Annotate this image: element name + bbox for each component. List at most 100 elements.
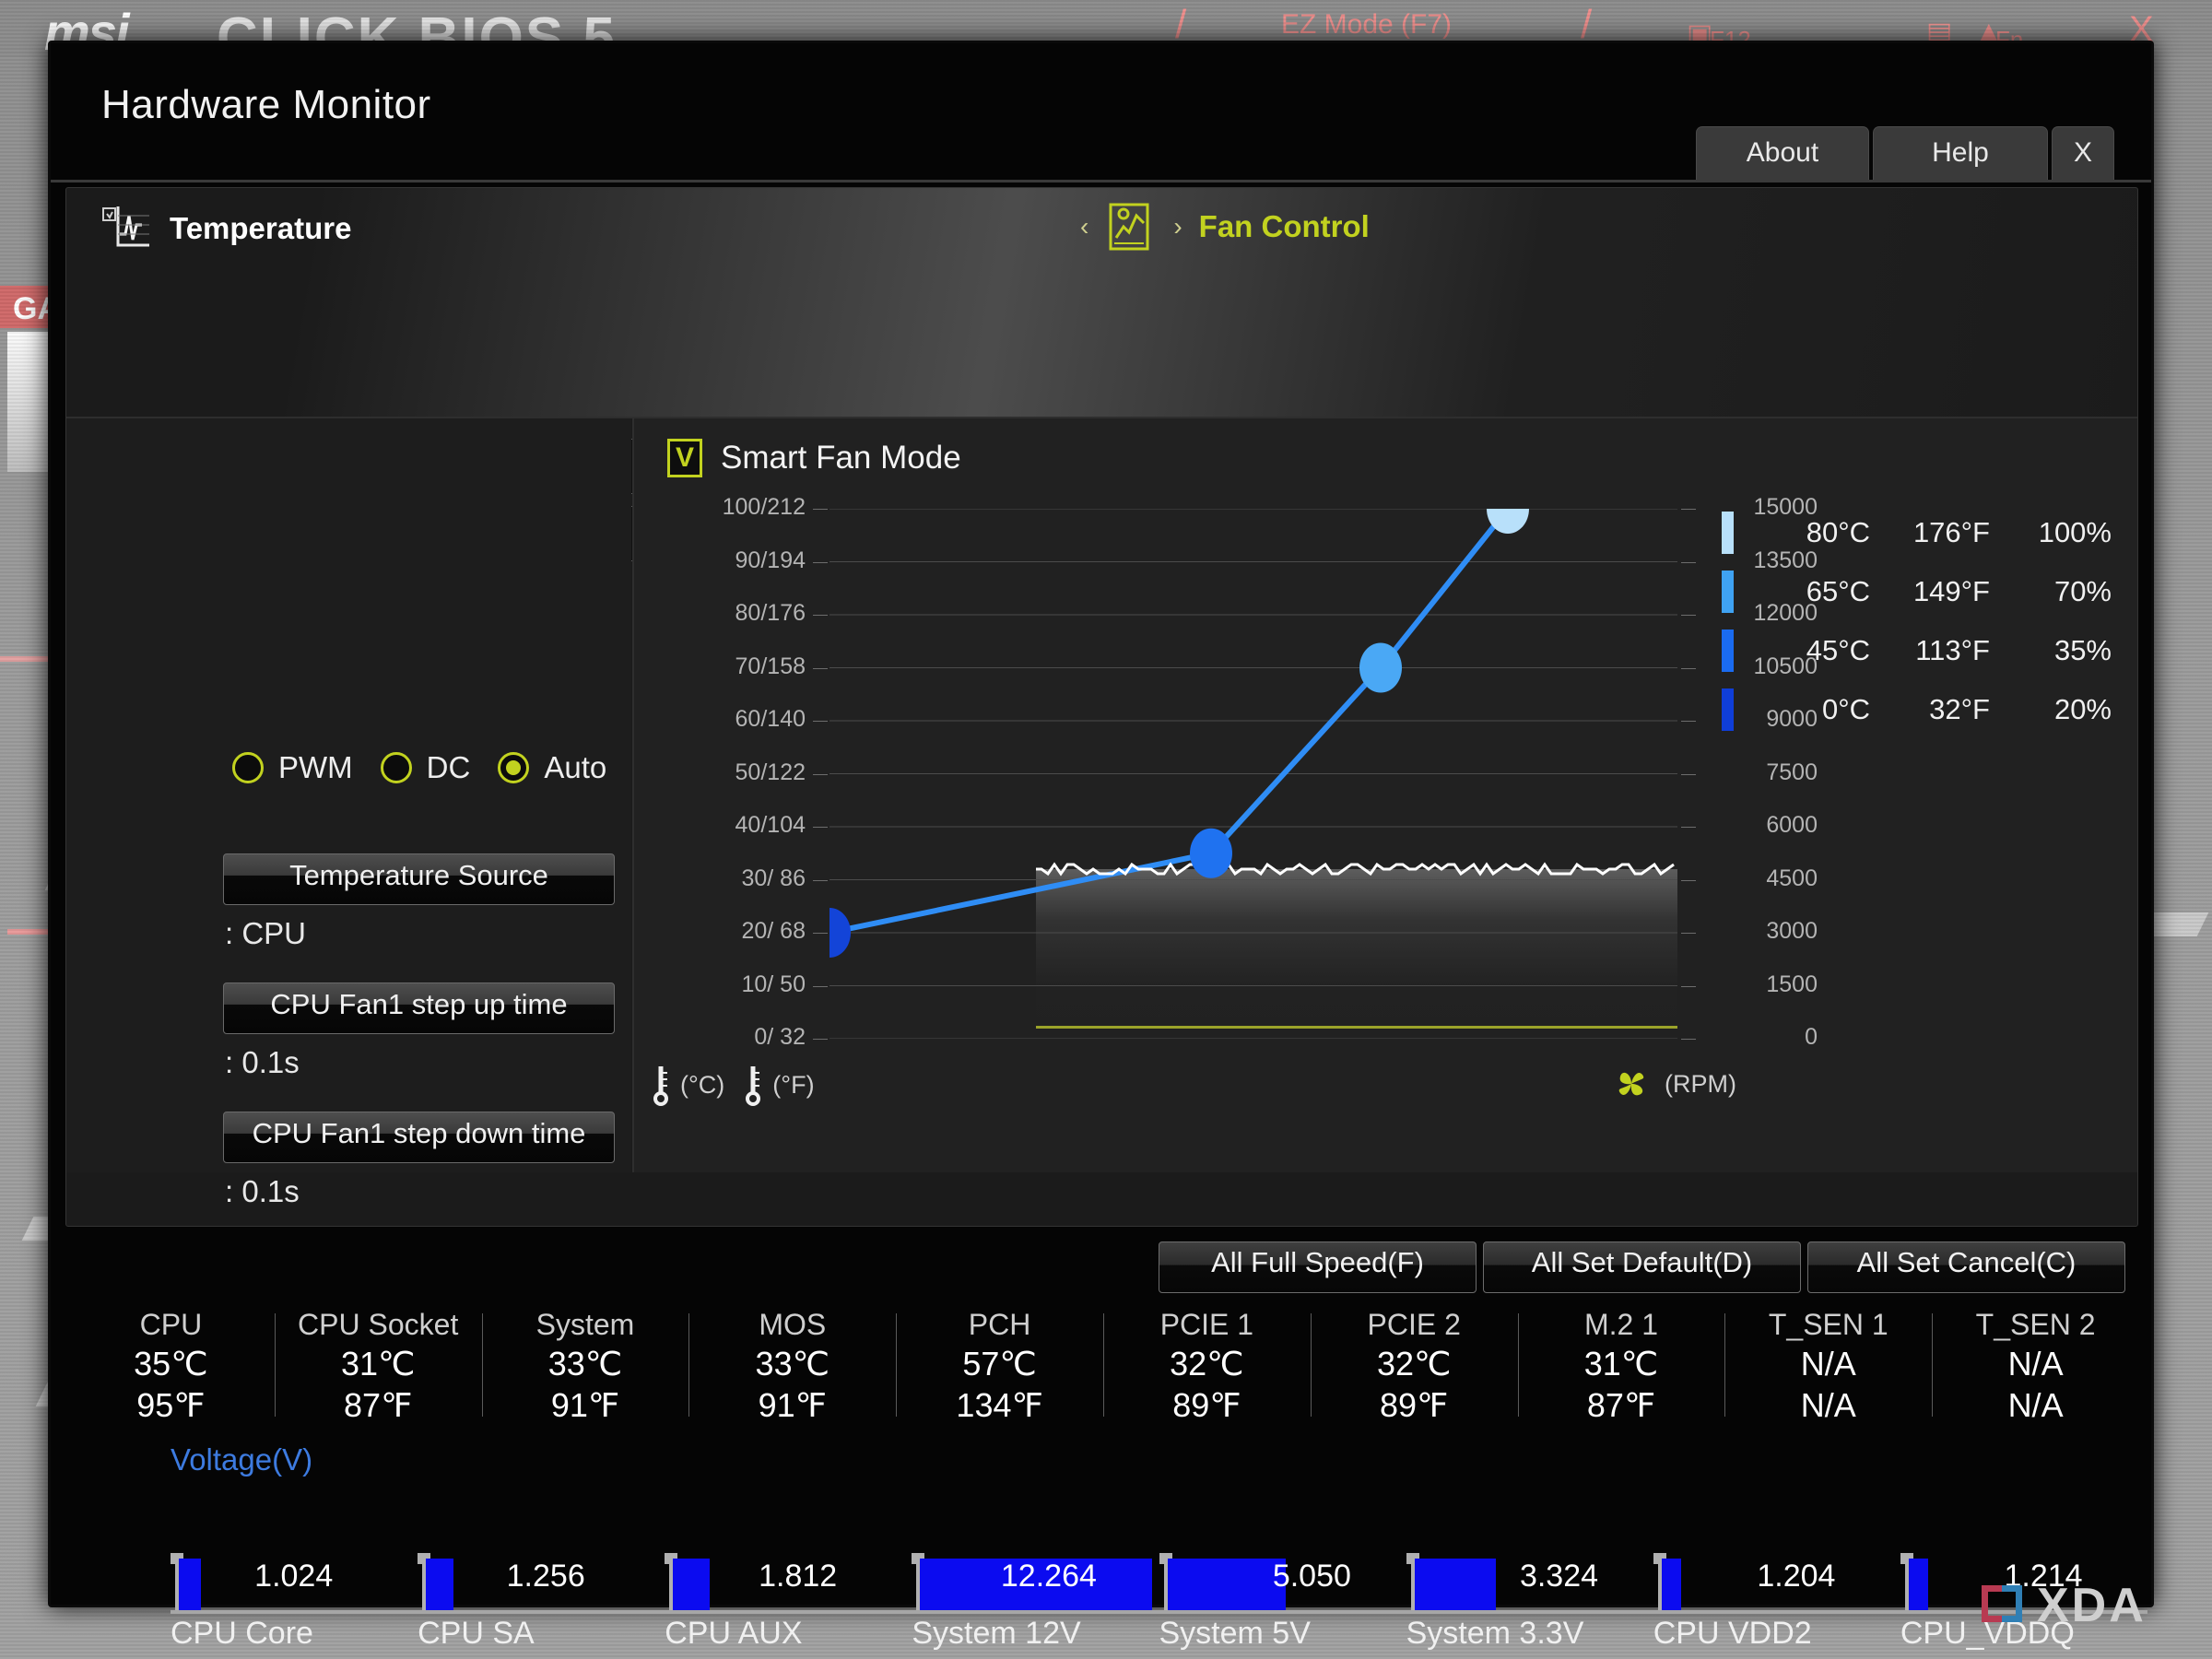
y-axis-tick-left: 60/140 (735, 706, 806, 732)
readout-name: T_SEN 1 (1768, 1308, 1888, 1341)
all-full-speed-button[interactable]: All Full Speed(F) (1159, 1241, 1477, 1293)
fan-curve-point-0[interactable] (808, 908, 851, 958)
thermometer-icon (653, 1066, 668, 1106)
readout-fahrenheit: 89℉ (1380, 1386, 1449, 1424)
fan-curve-point-2[interactable] (1359, 642, 1402, 693)
help-button[interactable]: Help (1873, 126, 2048, 180)
voltage-bar (1414, 1559, 1497, 1610)
y-axis-tickmark (1681, 879, 1696, 881)
about-button[interactable]: About (1696, 126, 1869, 180)
temperature-readouts: CPU 35℃ 95℉ CPU Socket 31℃ 87℉ System 33… (67, 1308, 2139, 1426)
readout-name: CPU (139, 1308, 203, 1341)
readout-celsius: 31℃ (1583, 1345, 1659, 1382)
voltage-value: 3.324 (1519, 1559, 1599, 1594)
readout-fahrenheit: 87℉ (1586, 1386, 1656, 1424)
y-axis-tick-right: 10500 (1753, 653, 1818, 679)
legend-fahrenheit: 149°F (1912, 575, 1990, 607)
y-axis-tickmark (1681, 773, 1696, 775)
y-axis-tick-left: 100/212 (722, 494, 806, 520)
voltage-cell-cpu-core: 1.024 (171, 1553, 418, 1610)
y-axis-tickmark (813, 561, 828, 563)
y-axis-tickmark (813, 985, 828, 987)
readout-celsius: 33℃ (547, 1345, 623, 1382)
readout-celsius: 35℃ (134, 1345, 208, 1382)
voltage-value: 1.256 (506, 1559, 585, 1594)
voltage-bar (1661, 1559, 1682, 1610)
voltage-bar (1167, 1559, 1287, 1610)
smart-fan-mode-row[interactable]: V Smart Fan Mode (667, 439, 961, 477)
legend-percent: 35% (2053, 634, 2112, 666)
readout-system: System 33℃ 91℉ (481, 1308, 689, 1426)
xda-logo-icon (1982, 1582, 2026, 1630)
step-down-time-button[interactable]: CPU Fan1 step down time (223, 1112, 615, 1163)
y-axis-tickmark (813, 667, 828, 669)
voltage-cell-cpu-sa: 1.256 (418, 1553, 665, 1610)
readout-name: PCH (968, 1308, 1031, 1341)
readout-name: PCIE 2 (1367, 1308, 1461, 1341)
radio-label-pwm: PWM (278, 750, 353, 784)
radio-dc[interactable] (380, 752, 412, 783)
voltage-label-cpu-sa: CPU SA (418, 1616, 535, 1651)
legend-celsius: 80°C (1806, 516, 1870, 548)
radio-pwm[interactable] (232, 752, 264, 783)
y-axis-tickmark (813, 1039, 828, 1040)
voltage-value: 5.050 (1272, 1559, 1351, 1594)
y-axis-tickmark (813, 879, 828, 881)
fan-curve-plot[interactable] (808, 484, 1677, 1040)
fan-curve-point-1[interactable] (1190, 828, 1232, 878)
ez-mode-button[interactable]: EZ Mode (F7) (1281, 9, 1452, 41)
smart-fan-mode-label: Smart Fan Mode (721, 440, 961, 476)
step-up-time-button[interactable]: CPU Fan1 step up time (223, 982, 615, 1034)
voltage-label-system-12v: System 12V (912, 1616, 1081, 1651)
y-axis-tickmark (813, 827, 828, 828)
readout-name: System (535, 1308, 635, 1341)
temperature-source-button[interactable]: Temperature Source (223, 853, 615, 905)
y-axis-tick-left: 70/158 (735, 653, 806, 679)
smart-fan-checkbox[interactable]: V (667, 439, 702, 477)
fan-control-heading: Fan Control (1198, 209, 1370, 243)
radio-auto[interactable] (498, 752, 530, 783)
step-down-time-value: : 0.1s (225, 1174, 300, 1208)
all-set-default-button[interactable]: All Set Default(D) (1483, 1241, 1801, 1293)
readout-celsius: 32℃ (1170, 1345, 1244, 1382)
step-up-time-value: : 0.1s (225, 1045, 300, 1079)
y-axis-tick-left: 30/ 86 (741, 865, 806, 891)
fan-options-pane: PWM DC Auto Temperature Source : CPU CPU… (66, 418, 631, 1208)
voltage-cell-cpu-aux: 1.812 (665, 1553, 912, 1610)
all-set-cancel-button[interactable]: All Set Cancel(C) (1807, 1241, 2125, 1293)
readout-m2-1: M.2 1 31℃ 87℉ (1517, 1308, 1725, 1426)
legend-percent: 20% (2053, 693, 2112, 725)
voltage-bars: 1.024 1.256 1.812 12.264 5.050 3.324 1.2… (171, 1553, 2147, 1610)
readout-celsius: 33℃ (755, 1345, 830, 1382)
y-axis-tick-left: 0/ 32 (754, 1024, 806, 1050)
radio-label-dc: DC (426, 750, 471, 784)
voltage-bar (673, 1559, 711, 1610)
prev-page-arrow[interactable]: ‹ (1080, 212, 1088, 241)
y-axis-tickmark (1681, 985, 1696, 987)
rpm-axis-units: (RPM) (1611, 1064, 1736, 1104)
y-axis-tick-right: 0 (1805, 1024, 1818, 1050)
voltage-cell-system-33v: 3.324 (1406, 1553, 1653, 1610)
voltage-label-system-33v: System 3.3V (1406, 1616, 1584, 1651)
voltage-label-cpu-core: CPU Core (171, 1616, 313, 1651)
voltage-label-cpu-aux: CPU AUX (665, 1616, 803, 1651)
voltage-value: 1.204 (1757, 1559, 1836, 1594)
legend-fahrenheit: 113°F (1915, 634, 1990, 666)
voltage-cell-system-5v: 5.050 (1159, 1553, 1406, 1610)
y-axis-tickmark (813, 773, 828, 775)
voltage-section-title: Voltage(V) (171, 1442, 313, 1477)
next-page-arrow[interactable]: › (1173, 212, 1182, 241)
y-axis-tickmark (813, 509, 828, 510)
readout-fahrenheit: N/A (2007, 1386, 2064, 1424)
y-axis-tick-right: 13500 (1753, 547, 1818, 573)
readout-celsius: N/A (2007, 1345, 2064, 1382)
y-axis-tickmark (1681, 827, 1696, 828)
fan-mode-radio-group: PWM DC Auto (232, 750, 619, 785)
y-axis-tickmark (813, 615, 828, 616)
close-button[interactable]: X (2052, 126, 2114, 180)
fan-curve-svg[interactable] (808, 484, 1677, 1040)
y-axis-tickmark (1681, 615, 1696, 616)
fan-graph-icon (1105, 201, 1157, 253)
readout-name: PCIE 1 (1159, 1308, 1254, 1341)
readout-celsius: 57℃ (962, 1345, 1037, 1382)
